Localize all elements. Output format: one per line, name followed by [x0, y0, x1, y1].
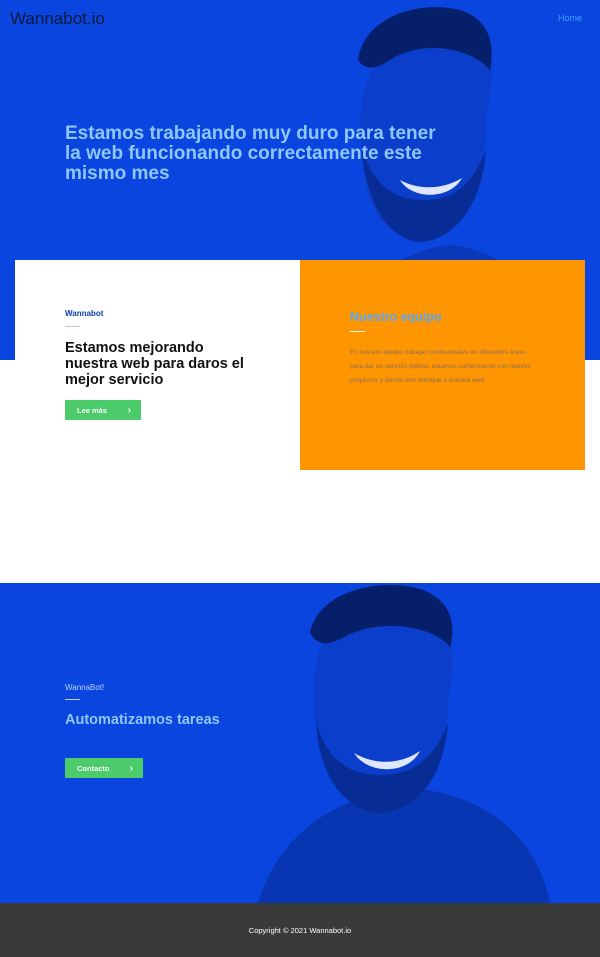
- brand-logo-text[interactable]: Wannabot.io: [10, 9, 105, 29]
- cta-kicker: WannaBot!: [65, 683, 105, 692]
- footer: Copyright © 2021 Wannabot.io: [0, 903, 600, 957]
- contact-label: Contacto: [77, 763, 110, 773]
- copyright-text: Copyright © 2021 Wannabot.io: [248, 926, 352, 935]
- chevron-right-icon: ›: [129, 762, 133, 774]
- chevron-right-icon: ›: [127, 404, 131, 416]
- cta-title: Automatizamos tareas: [65, 712, 220, 728]
- hero-title: Estamos trabajando muy duro para tener l…: [65, 123, 436, 184]
- team-title: Nuestro equipo: [350, 310, 442, 324]
- cta-section: WannaBot! Automatizamos tareas Contacto …: [0, 583, 600, 903]
- contact-button[interactable]: Contacto ›: [65, 758, 143, 778]
- intro-card: Wannabot Estamos mejorando nuestra web p…: [15, 260, 300, 470]
- nav-link-home[interactable]: Home: [558, 13, 582, 23]
- intro-kicker: Wannabot: [65, 309, 104, 318]
- intro-divider: [65, 326, 80, 327]
- read-more-button[interactable]: Lee más ›: [65, 400, 141, 420]
- cta-divider: [65, 699, 80, 700]
- team-card: Nuestro equipo En nuestro equipo trabaja…: [300, 260, 585, 470]
- cta-person-image: [258, 584, 550, 903]
- team-description: En nuestro equipo trabajan profesionales…: [350, 349, 531, 384]
- team-divider: [350, 331, 365, 332]
- intro-heading: Estamos mejorando nuestra web para daros…: [65, 340, 244, 388]
- read-more-label: Lee más: [77, 405, 108, 415]
